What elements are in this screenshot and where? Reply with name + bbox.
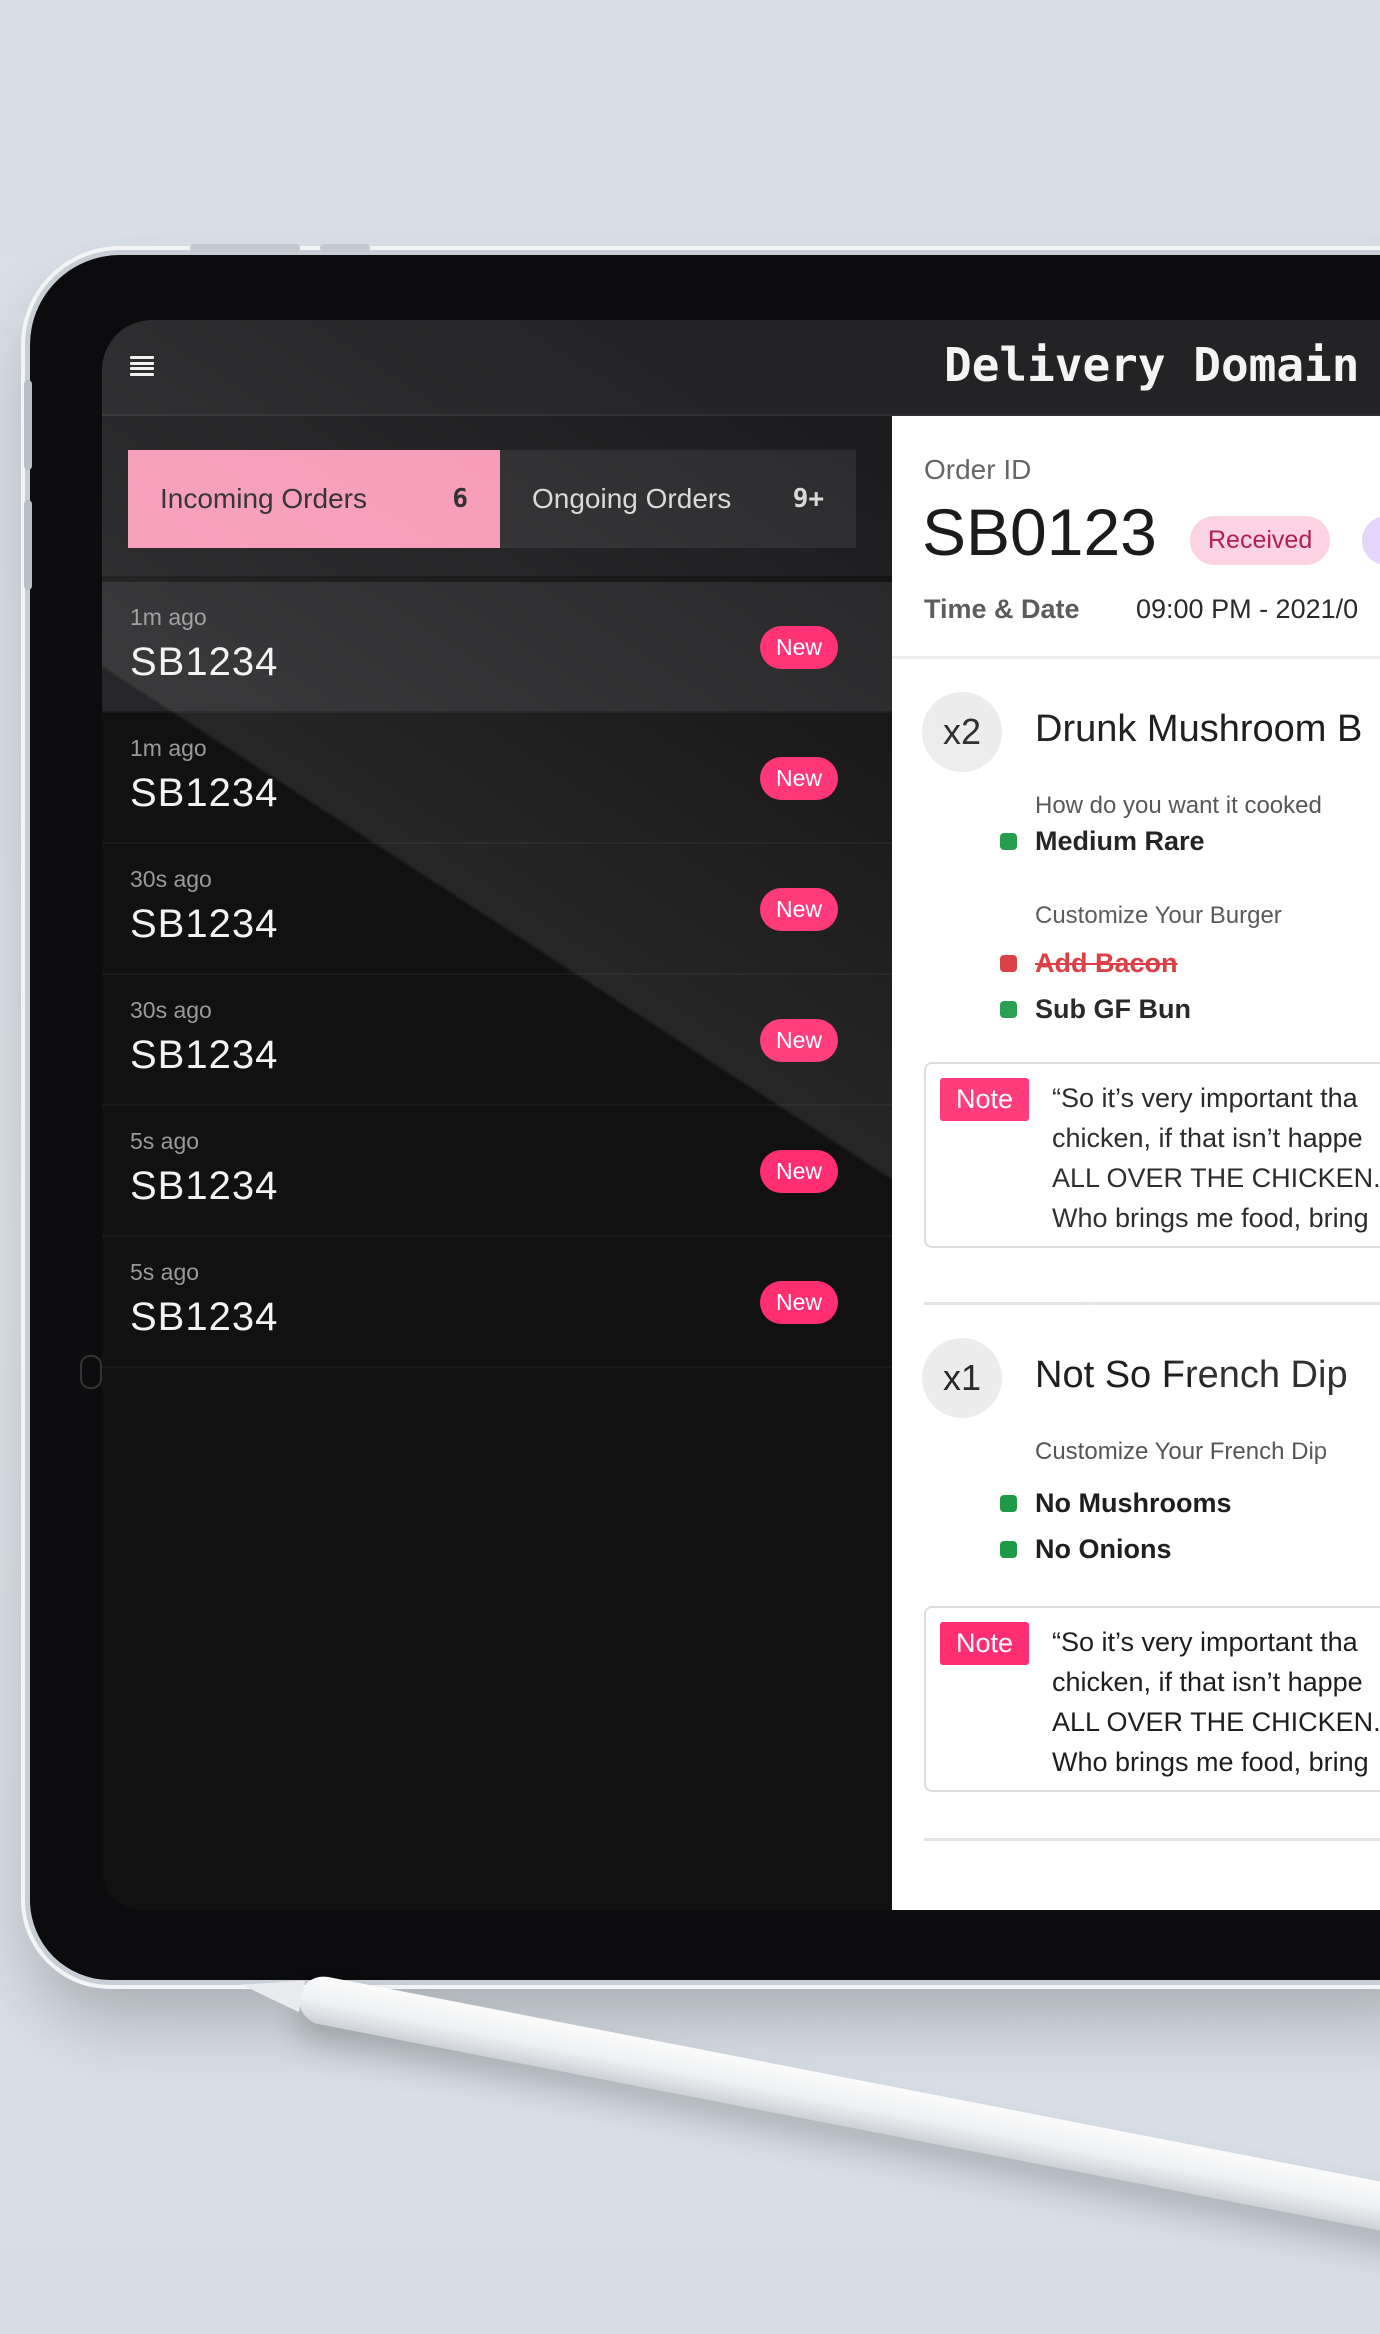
modifier-status-dot (1000, 1001, 1017, 1018)
order-id: SB1234 (130, 640, 279, 684)
item-note: Note “So it’s very important tha chicken… (924, 1062, 1380, 1248)
order-time: 1m ago (130, 735, 207, 761)
item-quantity: x2 (922, 692, 1002, 772)
note-text: “So it’s very important tha chicken, if … (1052, 1078, 1380, 1238)
order-number: SB0123 (922, 495, 1157, 569)
modifier-status-dot (1000, 1495, 1017, 1512)
order-time: 1m ago (130, 604, 207, 630)
note-line: Who brings me food, bring (1052, 1747, 1369, 1777)
order-tabs: Incoming Orders 6 Ongoing Orders 9+ (102, 416, 892, 576)
item-divider (924, 1838, 1380, 1841)
note-line: chicken, if that isn’t happe (1052, 1667, 1363, 1697)
order-id-label: Order ID (924, 454, 1032, 485)
item-divider (924, 1302, 1380, 1305)
camera-icon (80, 1355, 102, 1389)
note-line: ALL OVER THE CHICKEN. (1052, 1163, 1380, 1193)
order-id: SB1234 (130, 771, 279, 815)
order-list-item[interactable]: 30s ago SB1234 New (102, 844, 892, 975)
new-badge: New (759, 626, 838, 669)
order-list-item[interactable]: 5s ago SB1234 New (102, 1106, 892, 1237)
order-time: 30s ago (130, 866, 212, 892)
item-name: Not So French Dip (1035, 1354, 1348, 1396)
volume-button (24, 380, 32, 470)
order-time: 30s ago (130, 997, 212, 1023)
status-badge-received: Received (1190, 516, 1331, 565)
item-quantity: x1 (922, 1338, 1002, 1418)
new-badge: New (759, 888, 838, 931)
new-badge: New (759, 1019, 838, 1062)
modifier-text: Sub GF Bun (1035, 994, 1191, 1024)
modifier-item: No Onions (1000, 1534, 1172, 1565)
modifier-group-label: How do you want it cooked (1035, 792, 1322, 819)
top-button (190, 244, 300, 252)
status-badge: De (1362, 516, 1380, 565)
order-time: 5s ago (130, 1259, 200, 1285)
tab-label: Incoming Orders (160, 483, 367, 514)
order-id: SB1234 (130, 1033, 279, 1077)
modifier-item: Sub GF Bun (1000, 994, 1191, 1025)
modifier-text: No Onions (1035, 1534, 1172, 1564)
modifier-text: Medium Rare (1035, 826, 1205, 856)
time-date-value: 09:00 PM - 2021/0 (1136, 594, 1359, 624)
modifier-status-dot (1000, 833, 1017, 850)
app-title: Delivery Domain (944, 338, 1360, 392)
note-line: chicken, if that isn’t happe (1052, 1123, 1363, 1153)
note-badge: Note (940, 1622, 1030, 1665)
note-line: “So it’s very important tha (1052, 1083, 1358, 1113)
modifier-status-dot (1000, 1541, 1017, 1558)
note-badge: Note (940, 1078, 1030, 1121)
note-line: “So it’s very important tha (1052, 1627, 1358, 1657)
order-time: 5s ago (130, 1128, 200, 1154)
modifier-group-label: Customize Your Burger (1035, 902, 1282, 929)
order-id: SB1234 (130, 1164, 279, 1208)
order-id: SB1234 (130, 1295, 279, 1339)
order-list-item[interactable]: 30s ago SB1234 New (102, 975, 892, 1106)
order-list-item[interactable]: 5s ago SB1234 New (102, 1237, 892, 1368)
item-note: Note “So it’s very important tha chicken… (924, 1606, 1380, 1792)
note-text: “So it’s very important tha chicken, if … (1052, 1622, 1380, 1782)
modifier-item: No Mushrooms (1000, 1488, 1232, 1519)
order-detail-header: Order ID SB0123 Received De Time & Date … (892, 416, 1380, 659)
order-list-item[interactable]: 1m ago SB1234 New (102, 713, 892, 844)
time-date-label: Time & Date (924, 594, 1080, 624)
order-detail-panel: Order ID SB0123 Received De Time & Date … (892, 416, 1380, 1910)
modifier-item-removed: Add Bacon (1000, 948, 1178, 979)
stylus-pencil (238, 1968, 1380, 2268)
tab-count: 9+ (792, 484, 824, 514)
orders-panel: Incoming Orders 6 Ongoing Orders 9+ 1m a… (102, 416, 892, 1910)
new-badge: New (759, 1281, 838, 1324)
modifier-text: Add Bacon (1035, 948, 1178, 978)
modifier-text: No Mushrooms (1035, 1488, 1232, 1518)
modifier-item: Medium Rare (1000, 826, 1205, 857)
tab-incoming-orders[interactable]: Incoming Orders 6 (128, 450, 500, 548)
volume-button (24, 500, 32, 590)
top-bar: Delivery Domain (102, 320, 1380, 416)
tab-ongoing-orders[interactable]: Ongoing Orders 9+ (500, 450, 856, 548)
top-button (320, 244, 370, 252)
order-id: SB1234 (130, 902, 279, 946)
tab-label: Ongoing Orders (532, 483, 732, 514)
modifier-status-dot (1000, 955, 1017, 972)
new-badge: New (759, 757, 838, 800)
modifier-group-label: Customize Your French Dip (1035, 1438, 1328, 1465)
new-badge: New (759, 1150, 838, 1193)
app-screen: Delivery Domain Incoming Orders 6 Ongoin… (102, 320, 1380, 1910)
note-line: Who brings me food, bring (1052, 1203, 1369, 1233)
order-list: 1m ago SB1234 New 1m ago SB1234 New 30s … (102, 582, 892, 1368)
hamburger-menu-icon[interactable] (130, 356, 154, 376)
tab-count: 6 (452, 484, 468, 514)
item-name: Drunk Mushroom B (1035, 708, 1363, 750)
order-list-item[interactable]: 1m ago SB1234 New (102, 582, 892, 713)
note-line: ALL OVER THE CHICKEN. (1052, 1707, 1380, 1737)
